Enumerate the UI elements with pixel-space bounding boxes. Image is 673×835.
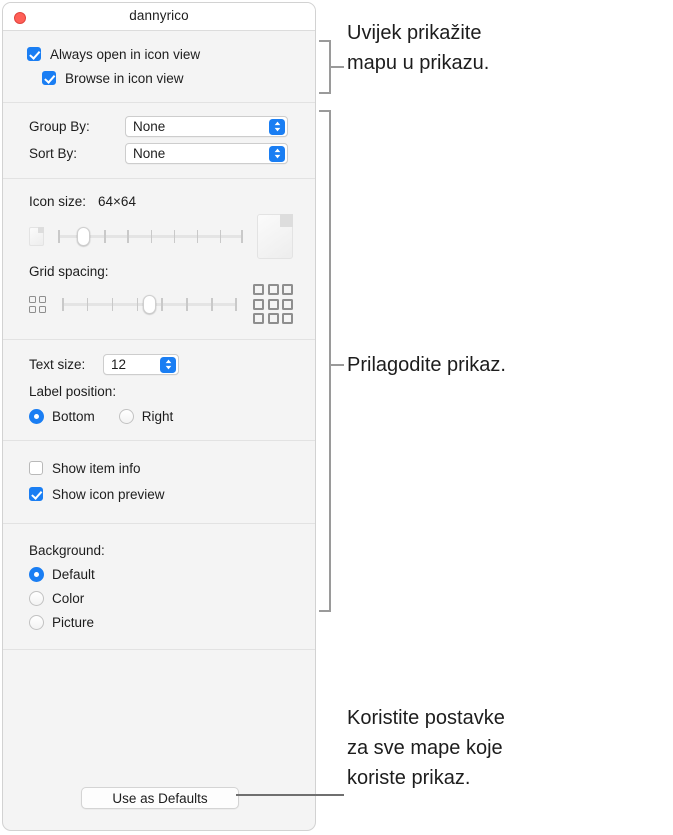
- row-group-by: Group By: None: [3, 113, 315, 140]
- callout-bracket-1: [319, 40, 331, 94]
- section-background: Background: Default Color Picture: [3, 524, 315, 650]
- label-right: Right: [141, 408, 174, 424]
- section-size: Icon size: 64×64 Grid spacing:: [3, 179, 315, 340]
- row-text-size: Text size: 12: [3, 351, 315, 378]
- value-icon-size: 64×64: [98, 193, 136, 209]
- checkbox-row-show-item-info[interactable]: Show item info: [3, 455, 315, 481]
- section-icon-view: Always open in icon view Browse in icon …: [3, 31, 315, 103]
- radio-row-background-picture[interactable]: Picture: [3, 610, 315, 634]
- checkbox-row-show-icon-preview[interactable]: Show icon preview: [3, 481, 315, 507]
- callout-text-1: Uvijek prikažite mapu u prikazu.: [347, 22, 490, 74]
- slider-tick: [62, 298, 64, 311]
- slider-tick: [161, 298, 163, 311]
- label-sort-by: Sort By:: [29, 146, 78, 161]
- checkbox-row-always-open[interactable]: Always open in icon view: [3, 42, 315, 66]
- popup-sort-by[interactable]: None: [125, 143, 288, 164]
- radio-label-position-right[interactable]: [118, 408, 134, 424]
- callout-leader-3: [236, 794, 344, 796]
- section-text: Text size: 12 Label position: Bottom Rig…: [3, 340, 315, 441]
- callout-text-2: Prilagodite prikaz.: [347, 354, 506, 376]
- checkbox-always-open-in-icon-view[interactable]: [27, 47, 41, 61]
- slider-tick: [58, 230, 60, 243]
- slider-tick: [211, 298, 213, 311]
- label-background-default: Default: [52, 566, 95, 582]
- window-titlebar: dannyrico: [3, 3, 315, 31]
- callout-stub-1: [331, 66, 344, 68]
- slider-tick: [150, 230, 152, 243]
- label-browse-in-icon-view: Browse in icon view: [65, 70, 184, 86]
- label-grid-spacing: Grid spacing:: [29, 263, 109, 279]
- label-always-open-in-icon-view: Always open in icon view: [50, 46, 201, 62]
- use-as-defaults-button[interactable]: Use as Defaults: [81, 787, 239, 809]
- radio-row-background-color[interactable]: Color: [3, 586, 315, 610]
- slider-tick: [235, 298, 237, 311]
- slider-tick: [104, 230, 106, 243]
- checkbox-show-icon-preview[interactable]: [29, 487, 43, 501]
- popup-group-by[interactable]: None: [125, 116, 288, 137]
- callout-bracket-2: [319, 110, 331, 612]
- label-background-picture: Picture: [52, 614, 95, 630]
- label-text-size: Text size:: [29, 357, 86, 372]
- radio-label-position-bottom[interactable]: [29, 408, 44, 424]
- checkbox-show-item-info[interactable]: [29, 461, 43, 475]
- checkbox-row-browse[interactable]: Browse in icon view: [3, 66, 315, 90]
- popup-sort-by-value: None: [133, 146, 166, 161]
- label-show-item-info: Show item info: [52, 460, 141, 476]
- large-document-icon: [257, 213, 293, 259]
- slider-tick: [173, 230, 176, 243]
- callout-text-3: Koristite postavke za sve mape koje kori…: [347, 707, 505, 789]
- section-show: Show item info Show icon preview: [3, 441, 315, 524]
- slider-tick: [219, 230, 222, 243]
- row-grid-spacing-slider: [3, 282, 315, 326]
- radio-background-color[interactable]: [29, 590, 44, 606]
- callout-stub-2: [331, 364, 344, 366]
- popup-text-size[interactable]: 12: [103, 354, 179, 375]
- slider-icon-size[interactable]: [58, 226, 243, 246]
- label-icon-size: Icon size:: [29, 193, 87, 209]
- row-background-label: Background:: [3, 538, 315, 562]
- radio-row-background-default[interactable]: Default: [3, 562, 315, 586]
- popup-group-by-value: None: [133, 119, 166, 134]
- label-background: Background:: [29, 542, 105, 558]
- radio-background-default[interactable]: [29, 566, 44, 582]
- slider-tick: [186, 298, 188, 311]
- slider-thumb-grid-spacing[interactable]: [143, 295, 156, 314]
- label-label-position: Label position:: [29, 383, 117, 399]
- slider-tick: [136, 298, 139, 311]
- slider-tick: [127, 230, 129, 243]
- small-grid-icon: [29, 295, 46, 313]
- row-label-position-label: Label position:: [3, 378, 315, 404]
- row-grid-spacing-label: Grid spacing:: [3, 260, 315, 282]
- row-icon-size-slider: [3, 212, 315, 260]
- chevron-updown-icon: [269, 145, 285, 162]
- slider-thumb-icon-size[interactable]: [77, 227, 91, 246]
- checkbox-browse-in-icon-view[interactable]: [42, 71, 56, 85]
- chevron-updown-icon: [160, 356, 176, 373]
- slider-tick: [86, 298, 89, 311]
- row-label-position-options: Bottom Right: [3, 404, 315, 428]
- label-background-color: Color: [52, 590, 85, 606]
- large-grid-icon: [253, 284, 293, 324]
- slider-tick: [111, 298, 114, 311]
- slider-grid-spacing[interactable]: [62, 294, 237, 314]
- slider-tick: [196, 230, 199, 243]
- section-arrange: Group By: None Sort By: None: [3, 103, 315, 179]
- label-bottom: Bottom: [52, 408, 95, 424]
- chevron-updown-icon: [269, 118, 285, 135]
- popup-text-size-value: 12: [111, 357, 127, 372]
- view-options-window: dannyrico Always open in icon view Brows…: [2, 2, 316, 831]
- label-group-by: Group By:: [29, 119, 90, 134]
- radio-background-picture[interactable]: [29, 614, 44, 630]
- label-show-icon-preview: Show icon preview: [52, 486, 165, 502]
- small-document-icon: [29, 226, 44, 246]
- row-sort-by: Sort By: None: [3, 140, 315, 167]
- row-icon-size-label: Icon size: 64×64: [3, 190, 315, 212]
- slider-tick: [241, 230, 243, 243]
- window-title: dannyrico: [129, 8, 189, 23]
